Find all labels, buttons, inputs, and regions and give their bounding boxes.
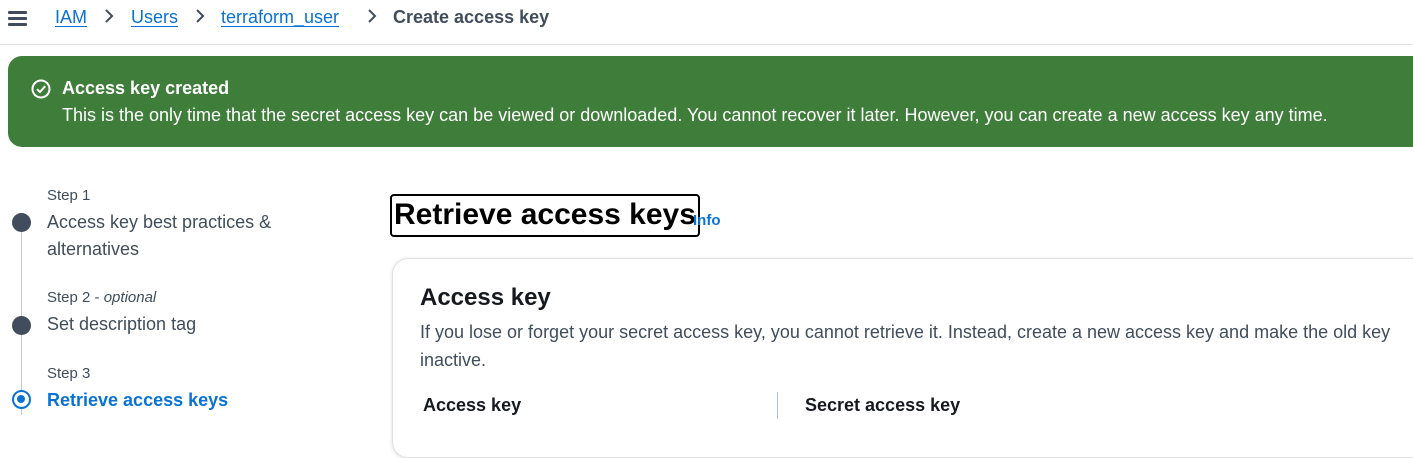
secret-access-key-column-header: Secret access key	[805, 395, 961, 415]
menu-icon[interactable]	[8, 10, 28, 26]
container-title: Access key	[420, 284, 551, 311]
step-1-label[interactable]: Access key best practices & alternatives	[47, 209, 347, 263]
step-1-number: Step 1	[47, 187, 91, 204]
breadcrumb-iam[interactable]: IAM	[55, 6, 87, 28]
chevron-right-icon	[105, 9, 114, 23]
breadcrumb-users[interactable]: Users	[131, 6, 178, 28]
step-1-indicator	[12, 213, 31, 232]
check-circle-icon	[31, 79, 51, 99]
step-2-number-text: Step 2	[47, 289, 91, 306]
info-link[interactable]: Info	[693, 212, 721, 229]
breadcrumb-terraform-user[interactable]: terraform_user	[221, 6, 339, 28]
step-2-optional: optional	[103, 289, 157, 306]
step-3-indicator-current	[12, 390, 31, 409]
flash-title: Access key created	[62, 78, 230, 98]
step-3-label[interactable]: Retrieve access keys	[47, 387, 347, 414]
step-2-number: Step 2 - optional	[47, 289, 157, 306]
step-2-label[interactable]: Set description tag	[47, 311, 347, 338]
column-divider	[777, 392, 778, 419]
chevron-right-icon	[368, 9, 377, 23]
flash-message: This is the only time that the secret ac…	[62, 105, 1328, 125]
container-description: If you lose or forget your secret access…	[420, 322, 1391, 370]
step-2-indicator	[12, 316, 31, 335]
top-navigation-bar: IAM Users terraform_user Create access k…	[0, 0, 1413, 45]
breadcrumb-current: Create access key	[393, 7, 550, 27]
success-flash-banner: Access key created This is the only time…	[8, 56, 1413, 147]
access-key-column-header: Access key	[423, 395, 522, 415]
step-3-number: Step 3	[47, 365, 91, 382]
chevron-right-icon	[196, 9, 205, 23]
page-title: Retrieve access keys	[390, 194, 700, 237]
